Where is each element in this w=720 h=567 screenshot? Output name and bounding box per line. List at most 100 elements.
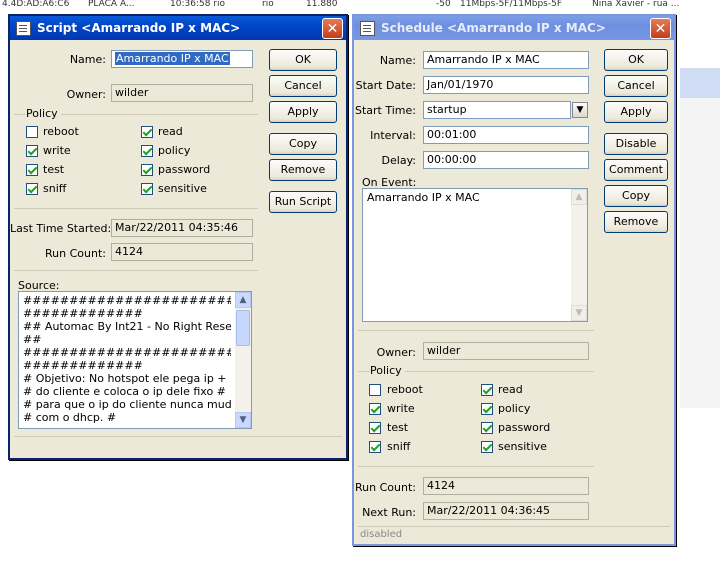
name-label: Name:: [69, 53, 106, 66]
scroll-up-icon[interactable]: ▲: [235, 292, 251, 308]
checkbox-sniff[interactable]: [369, 441, 381, 453]
name-field[interactable]: Amarrando IP x MAC: [111, 50, 253, 68]
source-line: ##: [23, 333, 42, 346]
checkbox-label: password: [498, 421, 551, 434]
checkbox-sensitive[interactable]: [141, 183, 153, 195]
checkbox-sniff[interactable]: [26, 183, 38, 195]
bg-cell: 10:36:58 rio: [170, 0, 225, 9]
bg-cell: 11Mbps-5F/11Mbps-5F: [460, 0, 562, 9]
on-event-editor[interactable]: Amarrando IP x MAC ▲ ▼: [362, 188, 588, 322]
owner-label: Owner:: [376, 346, 416, 359]
checkbox-reboot[interactable]: [26, 126, 38, 138]
apply-button[interactable]: Apply: [604, 101, 668, 123]
checkbox-policy[interactable]: [141, 145, 153, 157]
status-bar: [14, 436, 342, 453]
checkbox-read[interactable]: [481, 384, 493, 396]
checkbox-password[interactable]: [481, 422, 493, 434]
checkbox-reboot[interactable]: [369, 384, 381, 396]
scroll-up-icon[interactable]: ▲: [571, 189, 587, 205]
delay-field[interactable]: 00:00:00: [423, 151, 589, 169]
divider: [14, 270, 258, 271]
checkbox-label: write: [387, 402, 415, 415]
source-line: ################################: [23, 294, 231, 307]
schedule-window-titlebar[interactable]: Schedule <Amarrando IP x MAC> ✕: [354, 16, 674, 40]
checkbox-sensitive[interactable]: [481, 441, 493, 453]
interval-label: Interval:: [370, 129, 416, 142]
owner-field: wilder: [423, 342, 589, 360]
scroll-thumb[interactable]: [236, 310, 250, 346]
checkbox-password[interactable]: [141, 164, 153, 176]
checkbox-label: sensitive: [158, 182, 207, 195]
checkbox-label: reboot: [387, 383, 423, 396]
schedule-window-title: Schedule <Amarrando IP x MAC>: [381, 21, 606, 35]
script-window: Script <Amarrando IP x MAC> ✕ Name: Amar…: [8, 14, 348, 460]
checkbox-read[interactable]: [141, 126, 153, 138]
background-table-row: 4.4D:AD:A6:C6 PLACA A... 10:36:58 rio ri…: [0, 0, 720, 12]
ok-button[interactable]: OK: [269, 49, 337, 71]
divider: [14, 208, 258, 209]
run-count-field: 4124: [111, 243, 253, 261]
copy-button[interactable]: Copy: [269, 133, 337, 155]
run-count-field: 4124: [423, 477, 589, 495]
name-value: Amarrando IP x MAC: [115, 52, 230, 65]
bg-cell: -50: [436, 0, 451, 9]
copy-button[interactable]: Copy: [604, 185, 668, 207]
script-window-title: Script <Amarrando IP x MAC>: [37, 21, 241, 35]
on-event-value: Amarrando IP x MAC: [367, 191, 480, 204]
source-line: ################################: [23, 346, 231, 359]
checkbox-test[interactable]: [26, 164, 38, 176]
source-line: ## Automac By Int21 - No Right Reserved: [23, 320, 231, 333]
checkbox-label: sensitive: [498, 440, 547, 453]
bg-cell: 11.880: [306, 0, 338, 9]
ok-button[interactable]: OK: [604, 49, 668, 71]
disable-button[interactable]: Disable: [604, 133, 668, 155]
schedule-window: Schedule <Amarrando IP x MAC> ✕ Name: Am…: [352, 14, 676, 546]
source-scrollbar[interactable]: ▲ ▼: [235, 292, 251, 428]
checkbox-policy[interactable]: [481, 403, 493, 415]
scroll-down-icon[interactable]: ▼: [235, 412, 251, 428]
start-time-label: Start Time:: [355, 104, 416, 117]
run-count-label: Run Count:: [355, 481, 416, 494]
on-event-scrollbar[interactable]: ▲ ▼: [571, 189, 587, 321]
owner-label: Owner:: [66, 88, 106, 101]
checkbox-label: sniff: [387, 440, 411, 453]
next-run-label: Next Run:: [362, 506, 416, 519]
source-line: # para que o ip do cliente nunca mude #: [23, 398, 231, 411]
last-started-label: Last Time Started:: [10, 222, 112, 235]
bg-cell: Nina Xavier - rua ...: [592, 0, 680, 9]
source-line: #############: [23, 307, 143, 320]
divider: [358, 330, 594, 331]
cancel-button[interactable]: Cancel: [604, 75, 668, 97]
checkbox-test[interactable]: [369, 422, 381, 434]
run-script-button[interactable]: Run Script: [269, 191, 337, 213]
checkbox-label: test: [43, 163, 65, 176]
start-time-field[interactable]: startup: [423, 101, 571, 119]
interval-field[interactable]: 00:01:00: [423, 126, 589, 144]
checkbox-write[interactable]: [369, 403, 381, 415]
checkbox-label: read: [158, 125, 183, 138]
script-window-titlebar[interactable]: Script <Amarrando IP x MAC> ✕: [10, 16, 346, 40]
chevron-down-icon[interactable]: ▼: [572, 102, 588, 118]
apply-button[interactable]: Apply: [269, 101, 337, 123]
close-icon[interactable]: ✕: [650, 18, 671, 39]
checkbox-label: sniff: [43, 182, 67, 195]
next-run-field: Mar/22/2011 04:36:45: [423, 502, 589, 520]
checkbox-label: read: [498, 383, 523, 396]
checkbox-label: test: [387, 421, 409, 434]
start-date-field[interactable]: Jan/01/1970: [423, 76, 589, 94]
remove-button[interactable]: Remove: [269, 159, 337, 181]
comment-button[interactable]: Comment: [604, 159, 668, 181]
name-field[interactable]: Amarrando IP x MAC: [423, 51, 589, 69]
checkbox-label: policy: [498, 402, 531, 415]
checkbox-write[interactable]: [26, 145, 38, 157]
source-editor[interactable]: ################################ #######…: [18, 291, 252, 429]
scroll-down-icon[interactable]: ▼: [571, 305, 587, 321]
divider: [358, 466, 594, 467]
bg-cell: PLACA A...: [88, 0, 135, 9]
remove-button[interactable]: Remove: [604, 211, 668, 233]
policy-group-label: Policy: [370, 364, 405, 377]
cancel-button[interactable]: Cancel: [269, 75, 337, 97]
close-icon[interactable]: ✕: [322, 18, 343, 39]
window-icon: [360, 20, 375, 36]
source-line: # com o dhcp. #: [23, 411, 117, 424]
